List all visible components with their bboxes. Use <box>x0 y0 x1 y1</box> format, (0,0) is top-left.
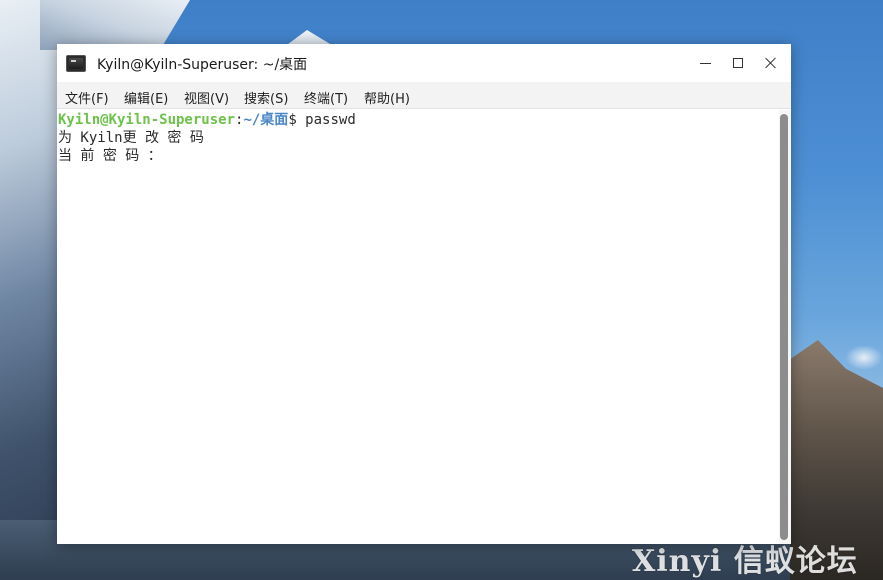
prompt-line: Kyiln@Kyiln-Superuser:~/桌面$ passwd <box>58 111 356 129</box>
terminal-icon <box>66 55 86 72</box>
output-line: 当 前 密 码 ： <box>58 148 162 164</box>
wallpaper-cloud <box>845 345 883 370</box>
maximize-icon <box>733 58 743 68</box>
menu-edit[interactable]: 编辑(E) <box>124 88 168 107</box>
terminal-window[interactable]: Kyiln@Kyiln-Superuser: ~/桌面 文件(F) 编辑(E) … <box>57 44 791 544</box>
close-button[interactable] <box>759 52 783 74</box>
wallpaper-mountain-peak <box>40 0 190 50</box>
prompt-path: ~/桌面 <box>243 112 289 128</box>
menu-file[interactable]: 文件(F) <box>65 88 109 107</box>
menu-search[interactable]: 搜索(S) <box>244 88 288 107</box>
minimize-button[interactable] <box>693 52 717 74</box>
output-line: 为 Kyiln更 改 密 码 <box>58 130 204 146</box>
command-text: passwd <box>296 112 356 128</box>
terminal-output-area[interactable]: Kyiln@Kyiln-Superuser:~/桌面$ passwd 为 Kyi… <box>57 109 777 544</box>
maximize-button[interactable] <box>726 52 750 74</box>
scrollbar-thumb[interactable] <box>780 114 788 540</box>
close-icon <box>765 57 777 69</box>
menu-view[interactable]: 视图(V) <box>184 88 229 107</box>
prompt-user-host: Kyiln@Kyiln-Superuser <box>58 112 236 128</box>
minimize-icon <box>699 62 711 64</box>
menubar: 文件(F) 编辑(E) 视图(V) 搜索(S) 终端(T) 帮助(H) <box>57 82 791 109</box>
menu-terminal[interactable]: 终端(T) <box>304 88 348 107</box>
menu-help[interactable]: 帮助(H) <box>364 88 410 107</box>
window-titlebar[interactable]: Kyiln@Kyiln-Superuser: ~/桌面 <box>57 44 791 82</box>
prompt-symbol: $ <box>288 112 297 128</box>
window-title: Kyiln@Kyiln-Superuser: ~/桌面 <box>97 57 308 73</box>
